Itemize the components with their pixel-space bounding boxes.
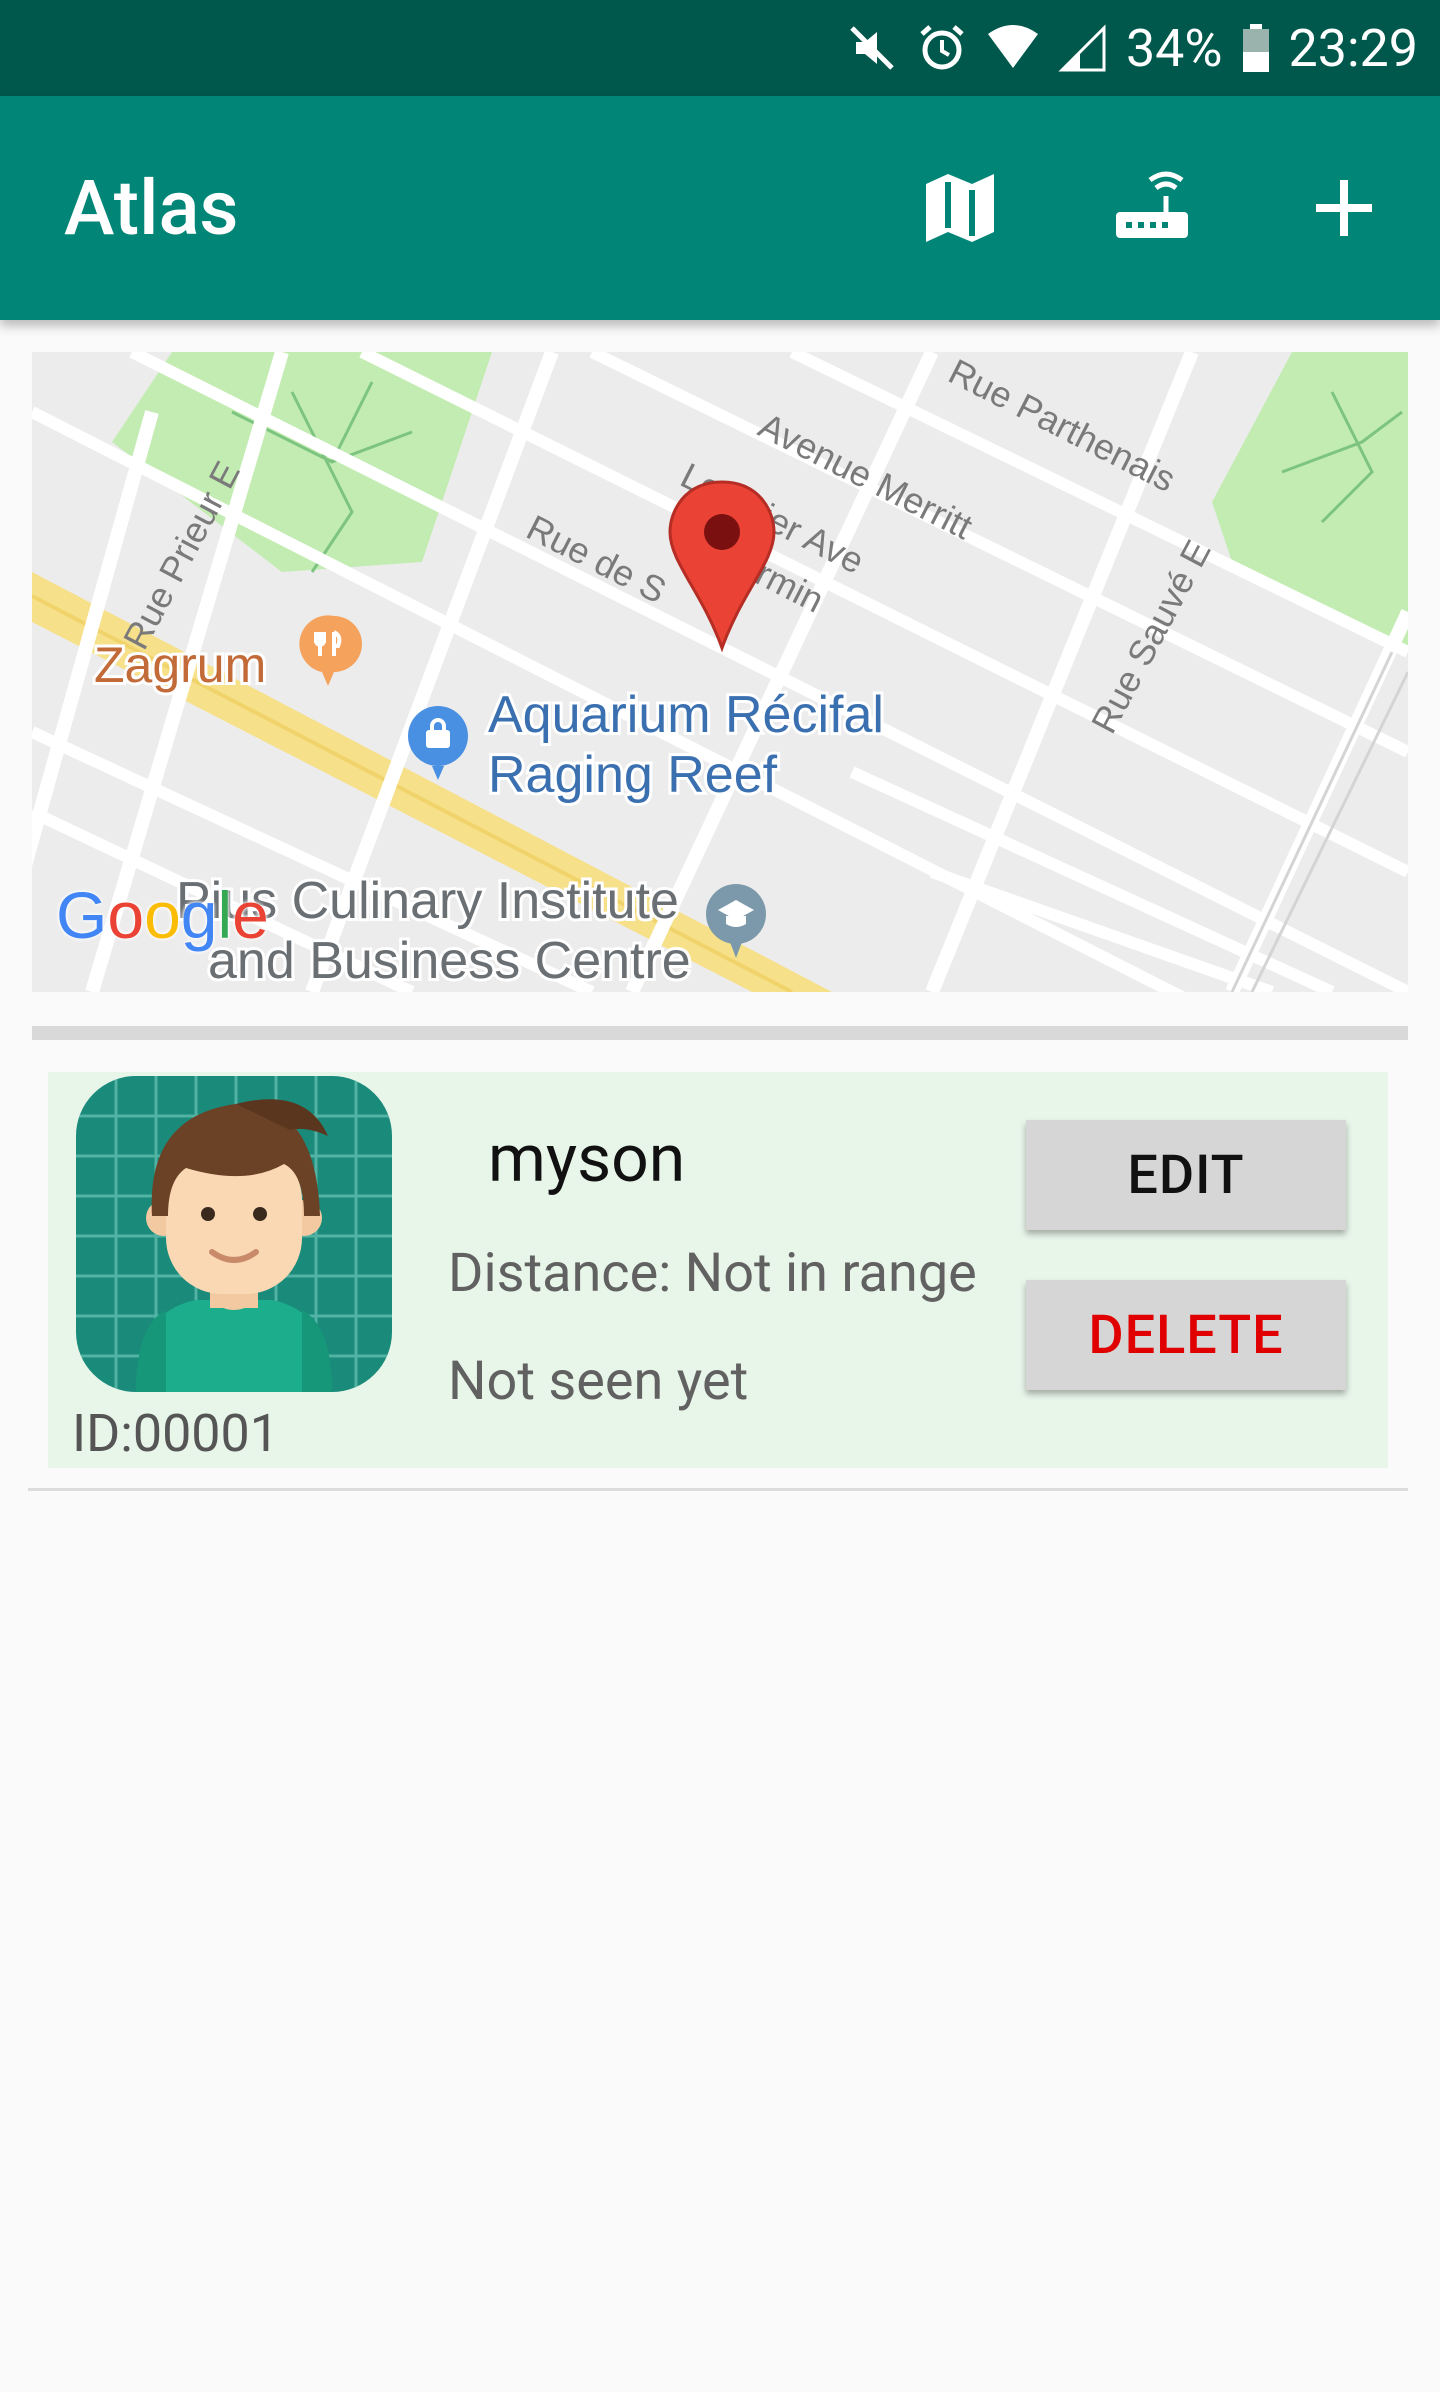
status-bar: 34% 23:29 <box>0 0 1440 96</box>
map-icon[interactable] <box>912 160 1008 256</box>
google-logo: Google <box>56 878 269 952</box>
signal-icon <box>1058 24 1108 72</box>
last-seen-text: Not seen yet <box>448 1350 749 1413</box>
app-bar: Atlas <box>0 96 1440 320</box>
mute-icon <box>846 22 898 74</box>
alarm-icon <box>916 22 968 74</box>
distance-text: Distance: Not in range <box>448 1242 977 1305</box>
clock: 23:29 <box>1288 17 1419 79</box>
edit-button[interactable]: EDIT <box>1026 1120 1346 1230</box>
map-view[interactable]: Rue Parthenais Avenue Merritt Lorimier A… <box>32 352 1408 992</box>
place-label-institute: and Business Centre <box>208 932 691 990</box>
battery-icon <box>1241 22 1271 74</box>
device-card[interactable]: ID:00001 myson Distance: Not in range No… <box>48 1072 1388 1468</box>
place-label-restaurant: Zagrum <box>94 637 266 693</box>
app-title: Atlas <box>64 163 239 253</box>
router-icon[interactable] <box>1104 160 1200 256</box>
place-label-aquarium: Raging Reef <box>488 746 778 804</box>
map-divider <box>32 1026 1408 1040</box>
shopping-icon <box>408 706 468 780</box>
delete-button[interactable]: DELETE <box>1026 1280 1346 1390</box>
device-id: ID:00001 <box>72 1403 279 1464</box>
device-name: myson <box>488 1121 686 1198</box>
avatar <box>76 1076 392 1392</box>
wifi-icon <box>986 24 1040 72</box>
list-divider <box>28 1488 1408 1491</box>
place-label-aquarium: Aquarium Récifal <box>488 686 884 744</box>
add-icon[interactable] <box>1296 160 1392 256</box>
battery-percentage: 34% <box>1125 17 1223 79</box>
restaurant-icon <box>299 615 362 686</box>
